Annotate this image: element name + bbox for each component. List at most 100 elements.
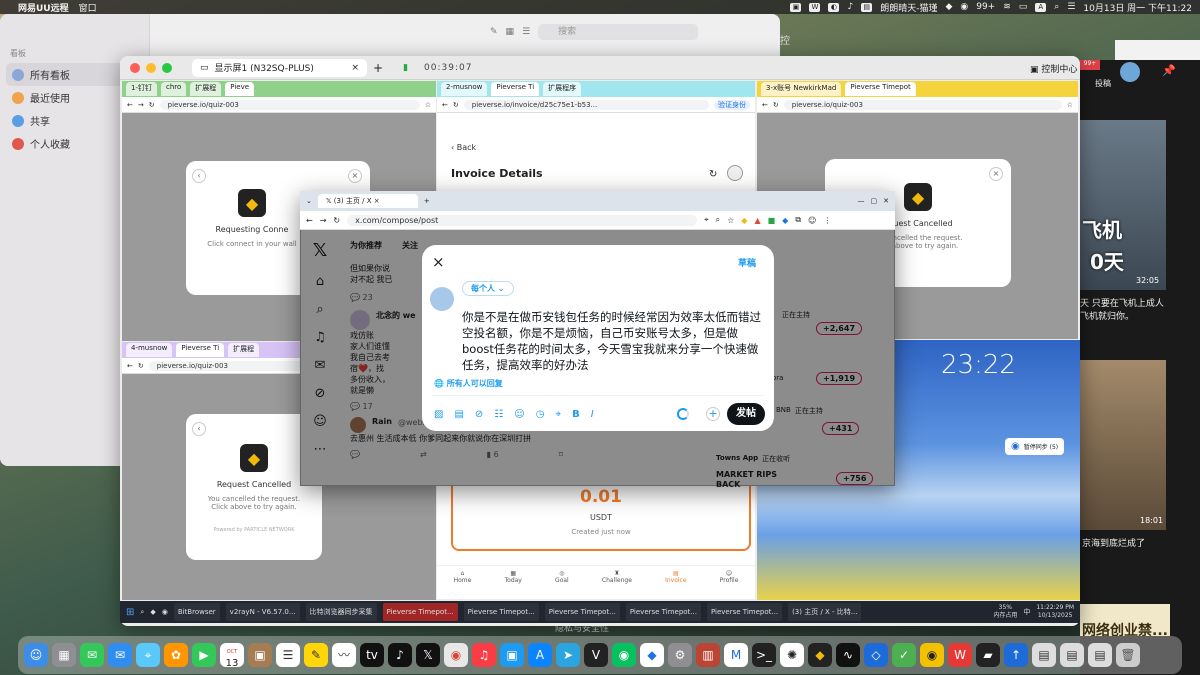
fullscreen-window-button[interactable] — [162, 62, 172, 73]
refresh-icon[interactable]: ↻ — [709, 169, 717, 180]
binance-ext-icon[interactable]: ◆ — [741, 216, 747, 225]
app-icon[interactable]: ◉ — [920, 643, 944, 667]
nav-goal[interactable]: ◎ Goal — [555, 570, 569, 599]
wps-icon[interactable]: W — [948, 643, 972, 667]
tab-4[interactable]: Pieve — [225, 82, 255, 96]
settings-icon[interactable]: ⚙ — [668, 643, 692, 667]
menu-dots-icon[interactable]: ⋮ — [823, 216, 831, 225]
taskbar-item[interactable]: BitBrowser — [173, 603, 220, 621]
battery-icon[interactable]: ▭ — [1019, 2, 1028, 12]
post-button[interactable]: 发帖 — [727, 403, 765, 425]
emoji-icon[interactable]: ☺ — [514, 409, 524, 420]
tab-2[interactable]: chro — [160, 82, 187, 96]
chrome-icon[interactable]: ◉ — [162, 608, 168, 616]
nav-home[interactable]: ⌂ Home — [454, 570, 472, 599]
tray-w-icon[interactable]: W — [809, 2, 821, 12]
new-tab-icon[interactable]: + — [373, 61, 383, 75]
back-link[interactable]: ‹ Back — [451, 143, 476, 152]
reload-icon[interactable]: ↻ — [773, 101, 779, 109]
compose-icon[interactable]: ✎ — [490, 27, 498, 37]
shield-ext-icon[interactable]: ◆ — [782, 216, 788, 225]
schedule-icon[interactable]: ◷ — [536, 409, 545, 420]
avatar[interactable] — [1120, 62, 1140, 82]
activity-icon[interactable]: ∿ — [836, 643, 860, 667]
apple-tv-icon[interactable]: tv — [360, 643, 384, 667]
tiktok-icon[interactable]: ♪ — [388, 643, 412, 667]
menu-window[interactable]: 窗口 — [79, 1, 97, 14]
minimize-icon[interactable]: — — [858, 197, 865, 205]
windows-start-icon[interactable]: ⊞ — [126, 607, 134, 618]
trash-icon[interactable]: 🗑 — [1116, 643, 1140, 667]
app-icon[interactable]: V — [584, 643, 608, 667]
verify-badge[interactable]: 验证身份 — [714, 99, 750, 110]
nav-profile[interactable]: ☺ Profile — [720, 570, 739, 599]
list-view-icon[interactable]: ☰ — [522, 27, 530, 37]
tab-2[interactable]: Pieverse Ti — [491, 82, 540, 96]
gif-icon[interactable]: ▤ — [454, 409, 463, 420]
search-icon[interactable]: ⌕ — [1054, 2, 1059, 12]
chatgpt-icon[interactable]: ✺ — [780, 643, 804, 667]
forward-icon[interactable]: → — [320, 216, 327, 225]
finder-search-input[interactable]: 搜索 — [538, 24, 699, 40]
taskbar-clock[interactable]: 11:22:29 PM 10/13/2025 — [1036, 604, 1080, 620]
app-icon[interactable]: ✓ — [892, 643, 916, 667]
back-icon[interactable]: ← — [442, 101, 448, 109]
close-tab-icon[interactable]: × — [351, 63, 359, 73]
chevron-down-icon[interactable]: ⌄ — [306, 197, 312, 205]
add-post-button[interactable]: + — [706, 407, 720, 421]
ext-icon-2[interactable]: ■ — [768, 216, 776, 225]
maps-icon[interactable]: ⌖ — [136, 643, 160, 667]
pin-icon[interactable]: 📌 — [1162, 64, 1176, 77]
back-icon[interactable]: ← — [127, 101, 133, 109]
control-center-icon[interactable]: ☰ — [1067, 2, 1075, 12]
app-store-icon[interactable]: A — [528, 643, 552, 667]
app-icon[interactable]: ▣ — [500, 643, 524, 667]
tray-icon-2[interactable]: ◐ — [828, 2, 840, 12]
star-icon[interactable]: ☆ — [425, 101, 431, 109]
grid-view-icon[interactable]: ▦ — [506, 27, 515, 37]
reload-icon[interactable]: ↻ — [333, 216, 340, 225]
close-compose-button[interactable]: × — [432, 253, 445, 271]
terminal-icon[interactable]: >_ — [752, 643, 776, 667]
menu-app-name[interactable]: 网易UU远程 — [18, 1, 69, 14]
location-icon[interactable]: ⌖ — [555, 409, 561, 420]
tiktok-tray-icon[interactable]: ♪ — [847, 2, 853, 12]
taskbar-item[interactable]: Pieverse Timepot... — [382, 603, 458, 621]
app-icon[interactable]: M — [724, 643, 748, 667]
input-indicator[interactable]: A — [1035, 2, 1047, 12]
tab-1[interactable]: 2-musnow — [441, 82, 488, 96]
taskbar-item[interactable]: Pieverse Timepot... — [625, 603, 701, 621]
minimize-window-button[interactable] — [146, 62, 156, 73]
maximize-icon[interactable]: ▢ — [871, 197, 878, 205]
shield-tray-icon[interactable]: ◆ — [945, 2, 952, 12]
messages-icon[interactable]: ✉ — [80, 643, 104, 667]
close-icon[interactable]: × — [989, 167, 1003, 181]
url-bar[interactable]: x.com/compose/post — [347, 214, 698, 226]
menubar-datetime[interactable]: 10月13日 周一 下午11:22 — [1083, 1, 1192, 14]
nav-today[interactable]: ▦ Today — [505, 570, 522, 599]
document-icon[interactable]: ▤ — [1088, 643, 1112, 667]
tab-3[interactable]: 扩展程 — [190, 82, 222, 96]
back-icon[interactable]: ← — [127, 362, 133, 370]
app-icon[interactable]: ▥ — [696, 643, 720, 667]
compose-textarea[interactable]: 你是不是在做币安钱包任务的时候经常因为效率太低而错过空投名额，你是不是烦恼，自己… — [462, 309, 766, 373]
back-circle-icon[interactable]: ‹ — [192, 169, 206, 183]
document-icon[interactable]: ▤ — [1060, 643, 1084, 667]
notes-icon[interactable]: ✎ — [304, 643, 328, 667]
audience-selector[interactable]: 每个人 ⌄ — [462, 281, 514, 296]
launchpad-icon[interactable]: ▦ — [52, 643, 76, 667]
tab-3[interactable]: 扩展程 — [228, 343, 260, 357]
tab-1[interactable]: 4-musnow — [126, 343, 173, 357]
reload-icon[interactable]: ↻ — [149, 101, 155, 109]
mail-icon[interactable]: ✉ — [108, 643, 132, 667]
wifi-icon[interactable]: ≋ — [1003, 2, 1011, 12]
drafts-button[interactable]: 草稿 — [738, 256, 756, 269]
telegram-icon[interactable]: ➤ — [556, 643, 580, 667]
tab-2[interactable]: Pieverse Ti — [176, 343, 225, 357]
location-icon[interactable]: ⌖ — [704, 215, 709, 225]
nav-invoice[interactable]: ▤ Invoice — [665, 570, 686, 599]
upload-label[interactable]: 投稿 — [1095, 78, 1111, 89]
tab-3[interactable]: 扩展程序 — [543, 82, 582, 96]
taskbar-item[interactable]: 比特浏览器同步采集 — [305, 603, 377, 621]
app-icon[interactable]: ▰ — [976, 643, 1000, 667]
